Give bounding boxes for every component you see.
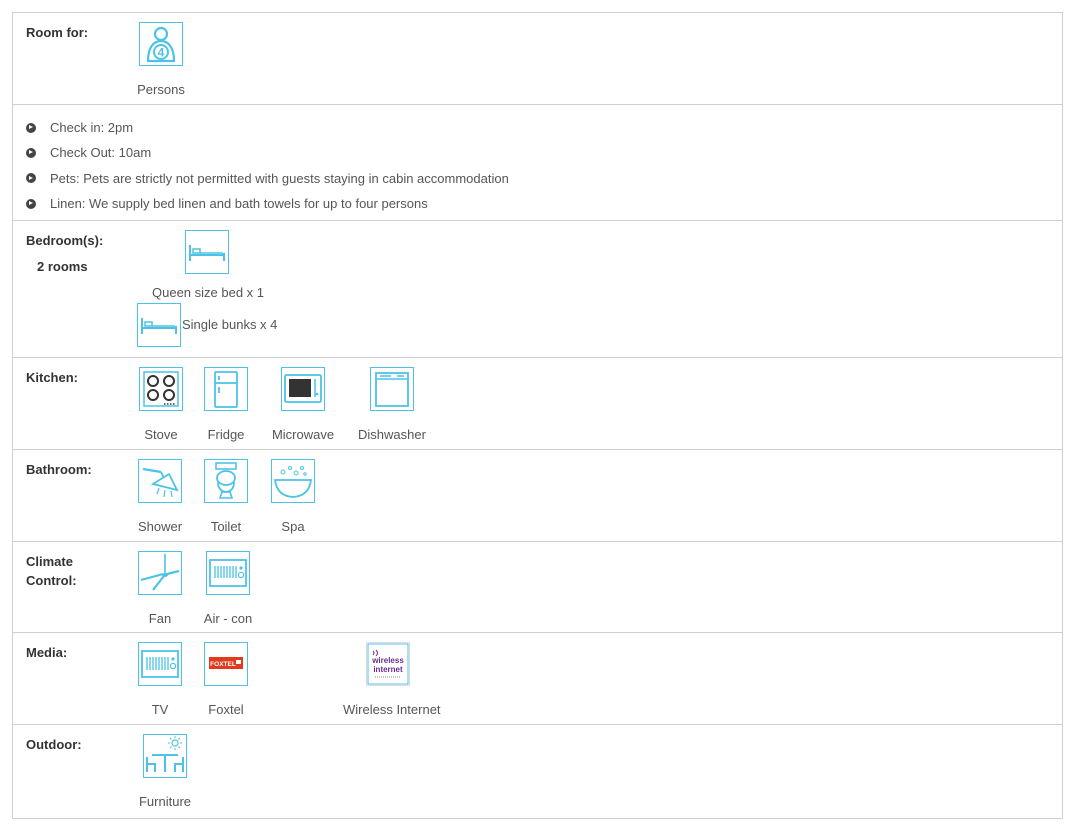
row-bedrooms: Bedroom(s): 2 rooms Queen size bed x 1 S… [13,221,1062,358]
svg-text:FOXTEL: FOXTEL [210,661,236,668]
spa-caption: Spa [281,519,305,534]
microwave-icon [281,367,325,411]
climate-label: Climate Control: [26,554,77,588]
spa-item: Spa [248,459,338,534]
bedrooms-label: Bedroom(s): [26,233,104,248]
queen-bed-caption: Queen size bed x 1 [152,285,265,300]
persons-count: 4 [158,46,165,60]
media-label: Media: [26,645,68,660]
fridge-icon [204,367,248,411]
spa-icon [271,459,315,503]
microwave-caption: Microwave [271,427,335,442]
queen-bed-icon [185,230,229,274]
info-linen: Linen: We supply bed linen and bath towe… [26,191,509,216]
bullet-icon [26,147,36,158]
persons-item: 4 Persons [116,22,206,97]
dishwasher-icon [370,367,414,411]
persons-caption: Persons [137,82,185,97]
foxtel-logo-icon: FOXTEL [204,642,248,686]
outdoor-label: Outdoor: [26,737,82,752]
row-climate: Climate Control: Fan Air - con [13,542,1062,633]
kitchen-label: Kitchen: [26,370,78,385]
single-bed-caption: Single bunks x 4 [182,317,278,332]
bullet-icon [26,122,36,133]
bullet-icon [26,198,36,209]
aircon-item: Air - con [183,551,273,626]
dishwasher-item: Dishwasher [347,367,437,442]
wireless-internet-logo-icon: wireless internet [366,642,410,686]
aircon-icon [206,551,250,595]
fan-icon [138,551,182,595]
row-kitchen: Kitchen: Stove Fridge Microwave Dishwash… [13,358,1062,450]
foxtel-caption: Foxtel [208,702,244,717]
info-check-in: Check in: 2pm [26,115,509,140]
outdoor-furniture-icon [143,734,187,778]
bullet-icon [26,173,36,184]
bathroom-label: Bathroom: [26,462,92,477]
furniture-caption: Furniture [138,794,192,809]
stove-icon [139,367,183,411]
single-bed-icon [137,303,181,347]
foxtel-item: FOXTEL Foxtel [181,642,271,717]
svg-text:internet: internet [373,665,403,674]
persons-icon: 4 [139,22,183,66]
info-list: Check in: 2pm Check Out: 10am Pets: Pets… [26,115,509,216]
wireless-caption: Wireless Internet [343,702,441,717]
wireless-item: wireless internet Wireless Internet [343,642,441,717]
aircon-caption: Air - con [203,611,253,626]
furniture-item: Furniture [120,734,210,809]
svg-text:wireless: wireless [371,656,404,665]
bedrooms-count: 2 rooms [37,259,88,274]
tv-icon [138,642,182,686]
shower-icon [138,459,182,503]
info-pets: Pets: Pets are strictly not permitted wi… [26,166,509,191]
row-outdoor: Outdoor: Furniture [13,725,1062,818]
row-info: Check in: 2pm Check Out: 10am Pets: Pets… [13,105,1062,221]
toilet-icon [204,459,248,503]
row-media: Media: TV FOXTEL Foxtel wireless interne… [13,633,1062,725]
row-bathroom: Bathroom: Shower Toilet Spa [13,450,1062,542]
row-room-for: Room for: 4 Persons [13,13,1062,105]
amenities-table: Room for: 4 Persons Check in: 2pm Check … [12,12,1063,819]
info-check-out: Check Out: 10am [26,140,509,165]
microwave-item: Microwave [258,367,348,442]
dishwasher-caption: Dishwasher [358,427,426,442]
room-for-label: Room for: [26,25,89,40]
